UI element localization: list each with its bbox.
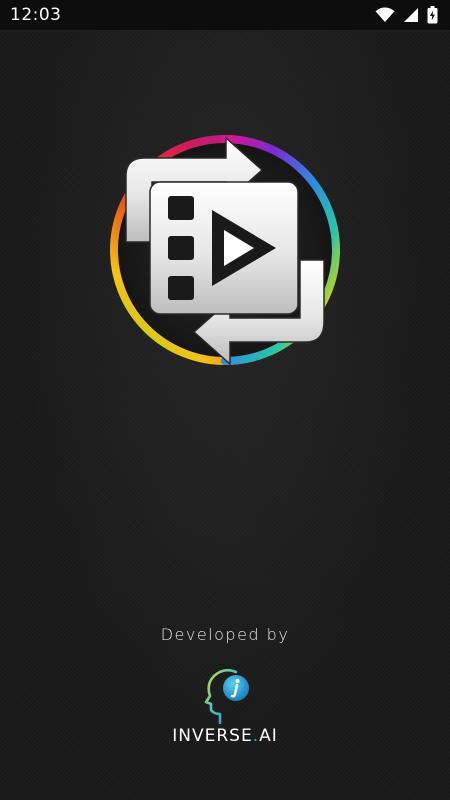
brand-name-suffix: AI — [259, 726, 278, 746]
status-time: 12:03 — [10, 5, 62, 25]
app-logo — [104, 124, 346, 376]
cell-signal-icon — [403, 7, 419, 23]
brand-name-prefix: INVERSE — [172, 726, 253, 746]
brand-name: INVERSE.AI — [0, 726, 450, 746]
video-convert-icon — [110, 135, 341, 366]
wifi-icon — [375, 7, 395, 23]
status-icons — [375, 6, 438, 24]
developer-credit: Developed by — [0, 625, 450, 644]
battery-charging-icon — [427, 6, 438, 24]
head-i-logo-icon — [204, 668, 249, 725]
status-bar: 12:03 — [0, 0, 450, 30]
brand-logo — [196, 664, 254, 725]
developed-by-label: Developed by — [160, 625, 290, 644]
